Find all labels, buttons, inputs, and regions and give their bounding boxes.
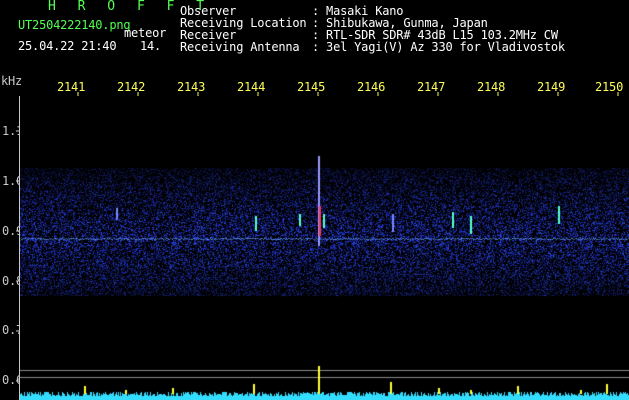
spectrogram-canvas — [20, 96, 629, 400]
hrofft-window: H R O F F T UT2504222140.png meteor 25.0… — [0, 0, 629, 400]
